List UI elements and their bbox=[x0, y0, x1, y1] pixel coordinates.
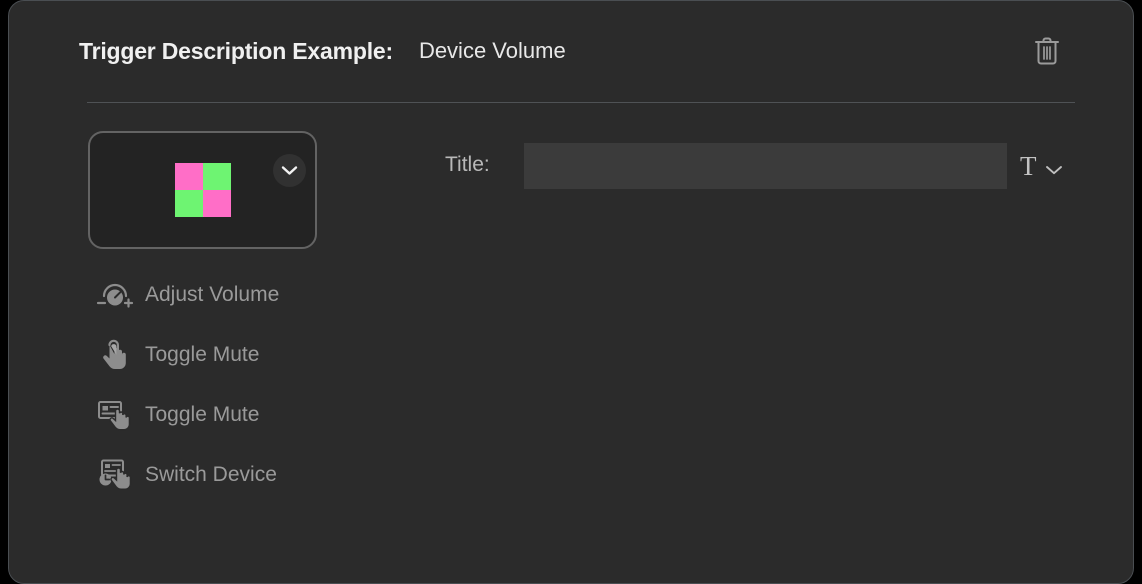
action-item-switch-device[interactable]: Switch Device bbox=[95, 445, 395, 505]
title-field-label: Title: bbox=[445, 153, 490, 176]
action-label: Toggle Mute bbox=[145, 403, 260, 426]
preview-thumbnail-card[interactable] bbox=[88, 131, 317, 249]
action-label: Switch Device bbox=[145, 463, 277, 486]
action-item-adjust-volume[interactable]: Adjust Volume bbox=[95, 265, 395, 325]
action-label: Adjust Volume bbox=[145, 283, 280, 306]
tap-card-clock-icon bbox=[95, 455, 135, 495]
page-title: Trigger Description Example: bbox=[79, 37, 393, 64]
panel-header: Trigger Description Example: Device Volu… bbox=[79, 27, 1069, 75]
text-glyph-icon: T bbox=[1020, 150, 1037, 181]
action-item-toggle-mute-card[interactable]: Toggle Mute bbox=[95, 385, 395, 445]
title-input[interactable] bbox=[524, 143, 1007, 189]
chevron-down-icon bbox=[1045, 165, 1062, 174]
text-style-dropdown[interactable]: T bbox=[1020, 146, 1064, 186]
swatch-cell-1 bbox=[174, 163, 203, 190]
swatch-cell-3 bbox=[174, 190, 203, 217]
checkerboard-swatch bbox=[174, 163, 231, 217]
action-label: Toggle Mute bbox=[145, 343, 260, 366]
action-item-toggle-mute-tap[interactable]: Toggle Mute bbox=[95, 325, 395, 385]
chevron-down-icon bbox=[281, 166, 298, 175]
swatch-cell-4 bbox=[202, 190, 231, 217]
tap-card-icon bbox=[95, 395, 135, 435]
tap-hand-icon bbox=[95, 335, 135, 375]
page-title-value: Device Volume bbox=[418, 38, 566, 63]
trigger-description-panel: Trigger Description Example: Device Volu… bbox=[8, 0, 1134, 584]
volume-knob-icon bbox=[95, 275, 135, 315]
swatch-cell-2 bbox=[202, 163, 231, 190]
action-list: Adjust Volume Toggle Mute Toggle Mute Sw… bbox=[95, 265, 395, 505]
delete-button[interactable] bbox=[1025, 29, 1069, 73]
header-divider bbox=[87, 102, 1075, 103]
trash-icon bbox=[1035, 37, 1059, 65]
preview-dropdown-button[interactable] bbox=[273, 154, 306, 187]
